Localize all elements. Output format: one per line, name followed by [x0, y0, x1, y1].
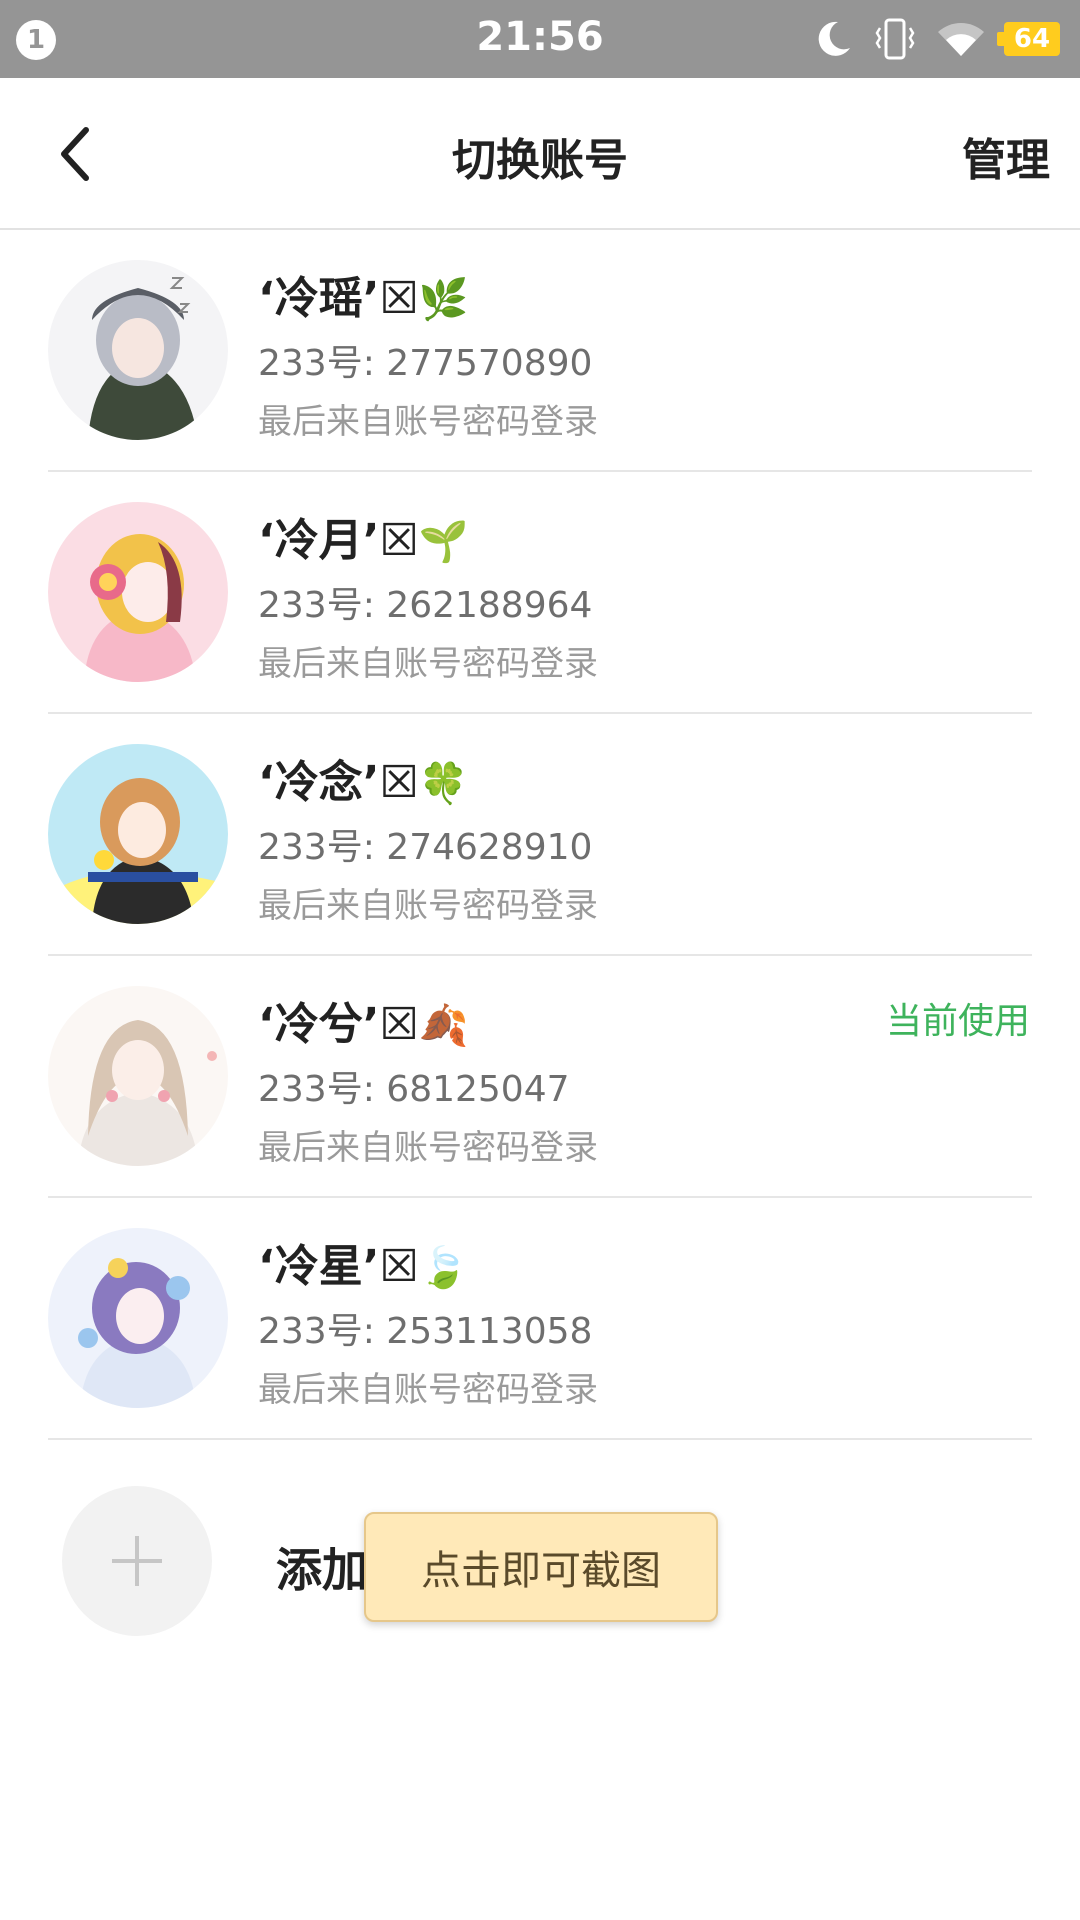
avatar	[48, 502, 228, 682]
account-id: 233号: 277570890	[258, 343, 593, 384]
account-login-source: 最后来自账号密码登录	[258, 886, 598, 926]
avatar	[48, 986, 228, 1166]
account-name: ‘冷瑶’☒🌿	[258, 273, 469, 324]
clover-emoji: 🍀	[418, 761, 469, 807]
header-bar: 切换账号 管理	[0, 78, 1080, 230]
account-login-source: 最后来自账号密码登录	[258, 1128, 598, 1168]
avatar	[48, 1228, 228, 1408]
account-name: ‘冷念’☒🍀	[258, 757, 469, 808]
add-account-label: 添加	[276, 1543, 368, 1597]
account-login-source: 最后来自账号密码登录	[258, 402, 598, 442]
account-row[interactable]: ‘冷念’☒🍀 233号: 274628910 最后来自账号密码登录	[0, 714, 1080, 956]
current-account-badge: 当前使用	[885, 1001, 1030, 1042]
account-name: ‘冷星’☒🍃	[258, 1241, 469, 1292]
moon-icon	[818, 21, 850, 56]
fallen-leaf-emoji: 🍂	[418, 1003, 469, 1049]
page-title: 切换账号	[452, 135, 628, 186]
screenshot-tooltip[interactable]: 点击即可截图	[364, 1512, 718, 1622]
account-row[interactable]: ‘冷月’☒🌱 233号: 262188964 最后来自账号密码登录	[0, 472, 1080, 714]
wifi-icon	[938, 23, 984, 56]
manage-button[interactable]: 管理	[962, 124, 1050, 188]
herb-emoji: 🌿	[418, 277, 469, 323]
battery-icon: 64	[997, 22, 1060, 56]
status-bar: 1 21:56 64	[0, 0, 1080, 78]
vibrate-icon	[875, 18, 915, 60]
account-name: ‘冷兮’☒🍂	[258, 999, 469, 1050]
leaf-wind-emoji: 🍃	[418, 1245, 469, 1291]
account-login-source: 最后来自账号密码登录	[258, 1370, 598, 1410]
account-row[interactable]: ‘冷兮’☒🍂 233号: 68125047 最后来自账号密码登录 当前使用	[0, 956, 1080, 1198]
avatar	[48, 744, 228, 924]
account-list: ‘冷瑶’☒🌿 233号: 277570890 最后来自账号密码登录 ‘冷月’☒🌱…	[0, 230, 1080, 1440]
account-row[interactable]: ‘冷瑶’☒🌿 233号: 277570890 最后来自账号密码登录	[0, 230, 1080, 472]
account-id: 233号: 274628910	[258, 827, 593, 868]
account-id: 233号: 262188964	[258, 585, 593, 626]
account-id: 233号: 253113058	[258, 1311, 593, 1352]
seedling-emoji: 🌱	[418, 519, 469, 565]
status-time: 21:56	[476, 14, 604, 60]
account-name: ‘冷月’☒🌱	[258, 515, 469, 566]
avatar	[48, 260, 228, 440]
account-id: 233号: 68125047	[258, 1069, 570, 1110]
account-row[interactable]: ‘冷星’☒🍃 233号: 253113058 最后来自账号密码登录	[0, 1198, 1080, 1440]
plus-icon	[62, 1486, 212, 1636]
account-login-source: 最后来自账号密码登录	[258, 644, 598, 684]
